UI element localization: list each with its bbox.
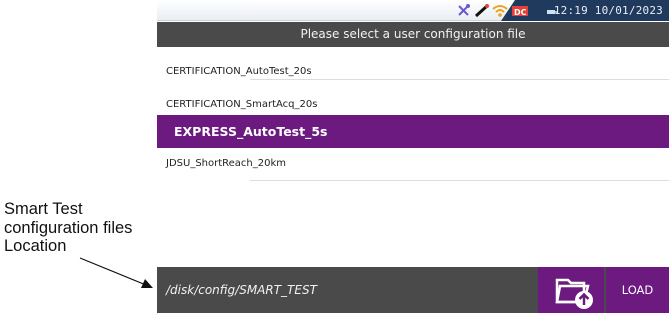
folder-upload-icon [555, 278, 593, 309]
file-item-label: JDSU_ShortReach_20km [166, 158, 287, 169]
status-bar: DC 12:19 10/01/2023 [157, 0, 669, 21]
file-item-label: CERTIFICATION_AutoTest_20s [166, 66, 312, 77]
stage: Smart Test configuration files Location [0, 0, 669, 313]
status-clock: 12:19 10/01/2023 [554, 4, 663, 17]
load-button[interactable]: LOAD [606, 267, 669, 313]
dc-battery-icon: DC [512, 6, 528, 17]
file-item-label: CERTIFICATION_SmartAcq_20s [166, 99, 318, 110]
dialog-title: Please select a user configuration file [157, 22, 669, 47]
status-date: 10/01/2023 [594, 4, 663, 17]
tools-icon [458, 4, 470, 16]
config-path: /disk/config/SMART_TEST [166, 283, 317, 297]
bottom-bar: /disk/config/SMART_TEST LOAD [157, 267, 669, 313]
probe-icon [474, 4, 489, 18]
file-item-express-autotest-selected[interactable]: EXPRESS_AutoTest_5s [157, 115, 669, 148]
file-item-label: EXPRESS_AutoTest_5s [174, 124, 328, 139]
svg-text:DC: DC [514, 8, 527, 17]
file-item-certification-autotest[interactable]: CERTIFICATION_AutoTest_20s [157, 47, 669, 80]
file-item-certification-smartacq[interactable]: CERTIFICATION_SmartAcq_20s [157, 80, 669, 113]
file-item-jdsu-shortreach[interactable]: JDSU_ShortReach_20km [157, 148, 669, 181]
wifi-icon [492, 5, 508, 17]
status-time: 12:19 [553, 4, 588, 17]
device-screen: DC 12:19 10/01/2023 Please select a user… [157, 0, 669, 313]
file-list: CERTIFICATION_AutoTest_20s CERTIFICATION… [157, 47, 669, 181]
row-divider [250, 180, 669, 181]
browse-folder-button[interactable] [538, 267, 604, 313]
